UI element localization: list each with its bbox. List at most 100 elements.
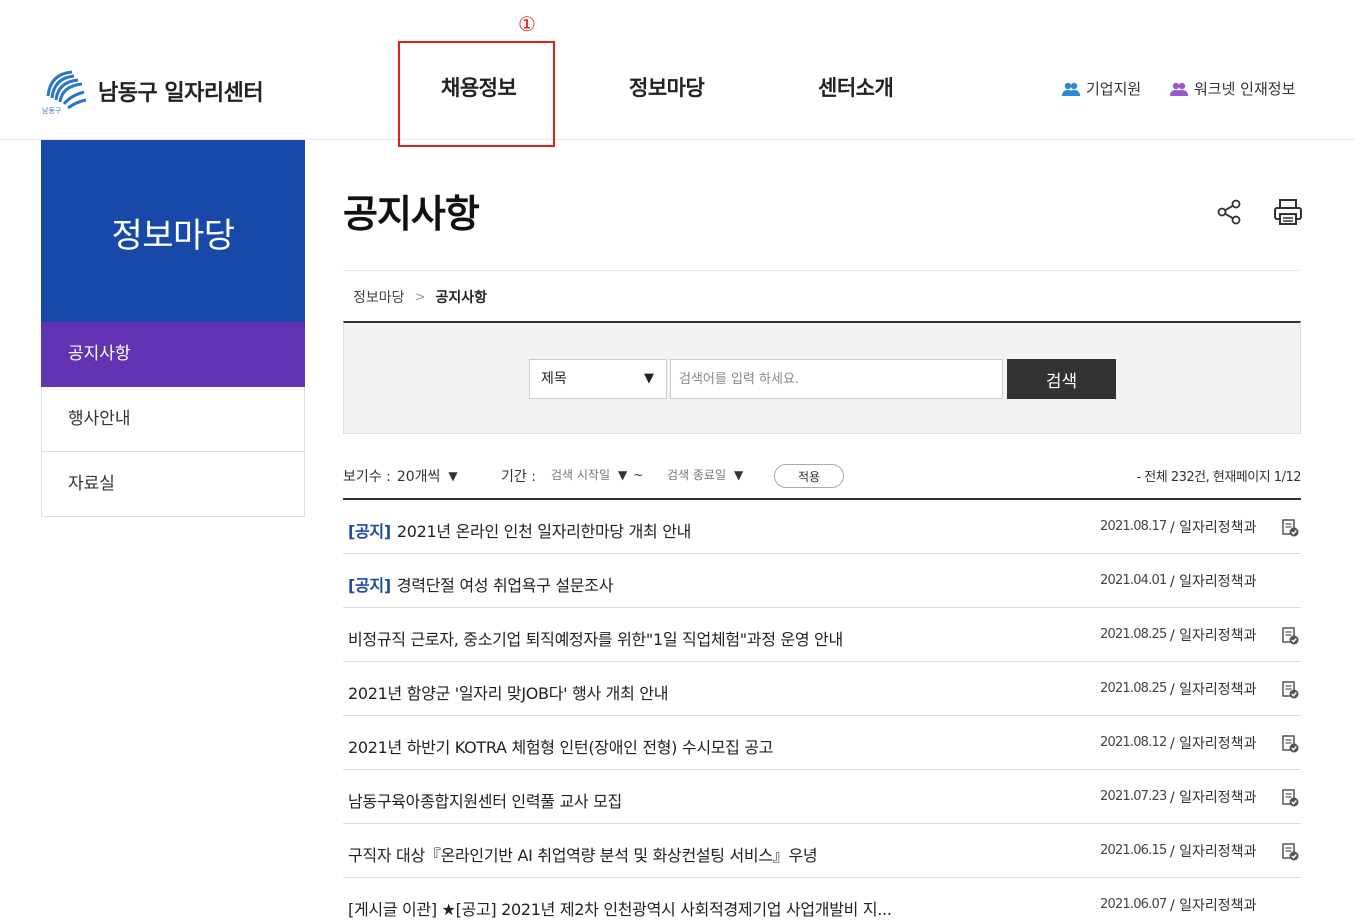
- util-link-company-support[interactable]: 기업지원: [1062, 78, 1141, 99]
- file-attachment-icon[interactable]: [1281, 627, 1299, 649]
- notice-tag: [공지]: [348, 522, 391, 541]
- row-date: 2021.08.25: [1100, 681, 1167, 696]
- table-row[interactable]: 비정규직 근로자, 중소기업 퇴직예정자를 위한"1일 직업체험"과정 운영 안…: [343, 608, 1301, 662]
- file-attachment-icon[interactable]: [1281, 843, 1299, 865]
- row-date: 2021.06.07: [1100, 897, 1167, 912]
- search-field-value: 제목: [541, 371, 567, 387]
- file-attachment-icon[interactable]: [1281, 681, 1299, 703]
- search-field-select[interactable]: 제목 ▼: [529, 359, 667, 399]
- breadcrumb: 정보마당 > 공지사항: [353, 287, 487, 307]
- page-size-label: 보기수 :: [343, 469, 391, 485]
- util-link-worknet[interactable]: 워크넷 인재정보: [1170, 78, 1295, 99]
- table-row[interactable]: [공지] 경력단절 여성 취업욕구 설문조사 2021.04.01 / 일자리정책…: [343, 554, 1301, 608]
- row-dept: / 일자리정책과: [1170, 628, 1257, 644]
- logo-mark-text: 남동구: [42, 106, 62, 115]
- row-title: [게시글 이관] ★[공고] 2021년 제2차 인천광역시 사회적경제기업 사…: [348, 900, 892, 919]
- row-dept: / 일자리정책과: [1170, 520, 1257, 536]
- site-logo[interactable]: 남동구 남동구 일자리센터: [40, 66, 264, 116]
- row-dept: / 일자리정책과: [1170, 574, 1257, 590]
- util-label: 기업지원: [1086, 80, 1142, 98]
- table-row[interactable]: 구직자 대상『온라인기반 AI 취업역량 분석 및 화상컨설팅 서비스』우녕 2…: [343, 824, 1301, 878]
- sidebar-item-notice[interactable]: 공지사항: [41, 322, 305, 387]
- gnb-item-center[interactable]: 센터소개: [818, 72, 894, 102]
- table-row[interactable]: [공지] 2021년 온라인 인천 일자리한마당 개최 안내 2021.08.17…: [343, 500, 1301, 554]
- row-date: 2021.08.25: [1100, 627, 1167, 642]
- caret-down-icon: ▼: [618, 467, 628, 482]
- row-date: 2021.07.23: [1100, 789, 1167, 804]
- row-date: 2021.08.12: [1100, 735, 1167, 750]
- row-title-link[interactable]: 2021년 함양군 '일자리 맞JOB다' 행사 개최 안내: [348, 680, 668, 704]
- end-date-placeholder: 검색 종료일: [667, 468, 727, 482]
- notice-tag: [공지]: [348, 576, 391, 595]
- row-title-link[interactable]: 2021년 하반기 KOTRA 체험형 인턴(장애인 전형) 수시모집 공고: [348, 734, 774, 758]
- table-row[interactable]: 2021년 하반기 KOTRA 체험형 인턴(장애인 전형) 수시모집 공고 2…: [343, 716, 1301, 770]
- row-dept: / 일자리정책과: [1170, 898, 1257, 914]
- sidebar-menu: 공지사항 행사안내 자료실: [41, 322, 305, 517]
- sidebar-item-archive[interactable]: 자료실: [41, 452, 305, 517]
- breadcrumb-current: 공지사항: [435, 290, 487, 306]
- sidebar-banner: 정보마당: [41, 140, 305, 322]
- row-title: 2021년 함양군 '일자리 맞JOB다' 행사 개최 안내: [348, 684, 669, 703]
- page-size-select[interactable]: 보기수 : 20개씩 ▼: [343, 466, 458, 486]
- util-label: 워크넷 인재정보: [1194, 80, 1296, 98]
- row-date: 2021.04.01: [1100, 573, 1167, 588]
- users-icon: [1062, 82, 1080, 96]
- row-title: 남동구육아종합지원센터 인력풀 교사 모집: [348, 792, 622, 811]
- end-date-select[interactable]: 검색 종료일 ▼: [667, 466, 743, 483]
- row-dept: / 일자리정책과: [1170, 844, 1257, 860]
- period-label: 기간 :: [501, 469, 536, 485]
- caret-down-icon: ▼: [644, 371, 654, 386]
- table-row[interactable]: [게시글 이관] ★[공고] 2021년 제2차 인천광역시 사회적경제기업 사…: [343, 878, 1301, 922]
- total-count: - 전체 232건, 현재페이지 1/12: [1136, 470, 1301, 485]
- logo-mark-icon: 남동구: [42, 70, 87, 115]
- period-label-group: 기간 :: [501, 466, 536, 486]
- search-panel: 제목 ▼ 검색: [343, 321, 1301, 434]
- file-attachment-icon[interactable]: [1281, 519, 1299, 541]
- row-title: 구직자 대상『온라인기반 AI 취업역량 분석 및 화상컨설팅 서비스』우녕: [348, 846, 818, 865]
- row-dept: / 일자리정책과: [1170, 682, 1257, 698]
- row-title: 2021년 하반기 KOTRA 체험형 인턴(장애인 전형) 수시모집 공고: [348, 738, 774, 757]
- row-date: 2021.06.15: [1100, 843, 1167, 858]
- users-icon: [1170, 82, 1188, 96]
- breadcrumb-item[interactable]: 정보마당: [353, 287, 405, 307]
- search-button[interactable]: 검색: [1007, 359, 1116, 399]
- row-title: 2021년 온라인 인천 일자리한마당 개최 안내: [396, 522, 692, 541]
- logo-text: 남동구 일자리센터: [98, 81, 264, 106]
- page-title: 공지사항: [343, 192, 480, 236]
- row-title-link[interactable]: 구직자 대상『온라인기반 AI 취업역량 분석 및 화상컨설팅 서비스』우녕: [348, 842, 818, 866]
- gnb-item-info[interactable]: 정보마당: [629, 72, 705, 102]
- row-title: 경력단절 여성 취업욕구 설문조사: [396, 576, 614, 595]
- search-input[interactable]: [670, 359, 1003, 399]
- range-tilde: ~: [633, 467, 644, 482]
- notice-list: [공지] 2021년 온라인 인천 일자리한마당 개최 안내 2021.08.17…: [343, 498, 1301, 922]
- site-header: 남동구 남동구 일자리센터 ① 채용정보 정보마당 센터소개 기업지원 워크넷 …: [0, 0, 1355, 147]
- chevron-right-icon: >: [414, 289, 426, 305]
- step-marker: ①: [518, 12, 536, 36]
- page-size-value: 20개씩: [396, 469, 441, 485]
- table-row[interactable]: 남동구육아종합지원센터 인력풀 교사 모집 2021.07.23 / 일자리정책…: [343, 770, 1301, 824]
- breadcrumb-divider: [343, 270, 1301, 271]
- row-title-link[interactable]: 남동구육아종합지원센터 인력풀 교사 모집: [348, 788, 622, 812]
- row-dept: / 일자리정책과: [1170, 736, 1257, 752]
- gnb-item-jobs[interactable]: 채용정보: [441, 72, 517, 102]
- print-icon[interactable]: [1273, 198, 1303, 230]
- row-title-link[interactable]: [공지] 2021년 온라인 인천 일자리한마당 개최 안내: [348, 518, 691, 542]
- caret-down-icon: ▼: [734, 467, 744, 482]
- row-title-link[interactable]: [게시글 이관] ★[공고] 2021년 제2차 인천광역시 사회적경제기업 사…: [348, 896, 892, 920]
- row-title: 비정규직 근로자, 중소기업 퇴직예정자를 위한"1일 직업체험"과정 운영 안…: [348, 630, 843, 649]
- row-title-link[interactable]: [공지] 경력단절 여성 취업욕구 설문조사: [348, 572, 613, 596]
- start-date-placeholder: 검색 시작일: [551, 468, 611, 482]
- share-icon[interactable]: [1215, 198, 1243, 230]
- row-date: 2021.08.17: [1100, 519, 1167, 534]
- row-title-link[interactable]: 비정규직 근로자, 중소기업 퇴직예정자를 위한"1일 직업체험"과정 운영 안…: [348, 626, 843, 650]
- file-attachment-icon[interactable]: [1281, 789, 1299, 811]
- apply-button[interactable]: 적용: [774, 464, 844, 488]
- caret-down-icon: ▼: [448, 469, 458, 483]
- filter-row: 보기수 : 20개씩 ▼ 기간 : 검색 시작일 ▼ ~ 검색 종료일 ▼ 적용…: [343, 462, 1301, 490]
- sidebar-title: 정보마당: [111, 216, 235, 256]
- sidebar-item-events[interactable]: 행사안내: [41, 387, 305, 452]
- table-row[interactable]: 2021년 함양군 '일자리 맞JOB다' 행사 개최 안내 2021.08.2…: [343, 662, 1301, 716]
- file-attachment-icon[interactable]: [1281, 735, 1299, 757]
- start-date-select[interactable]: 검색 시작일 ▼ ~: [551, 466, 643, 483]
- row-dept: / 일자리정책과: [1170, 790, 1257, 806]
